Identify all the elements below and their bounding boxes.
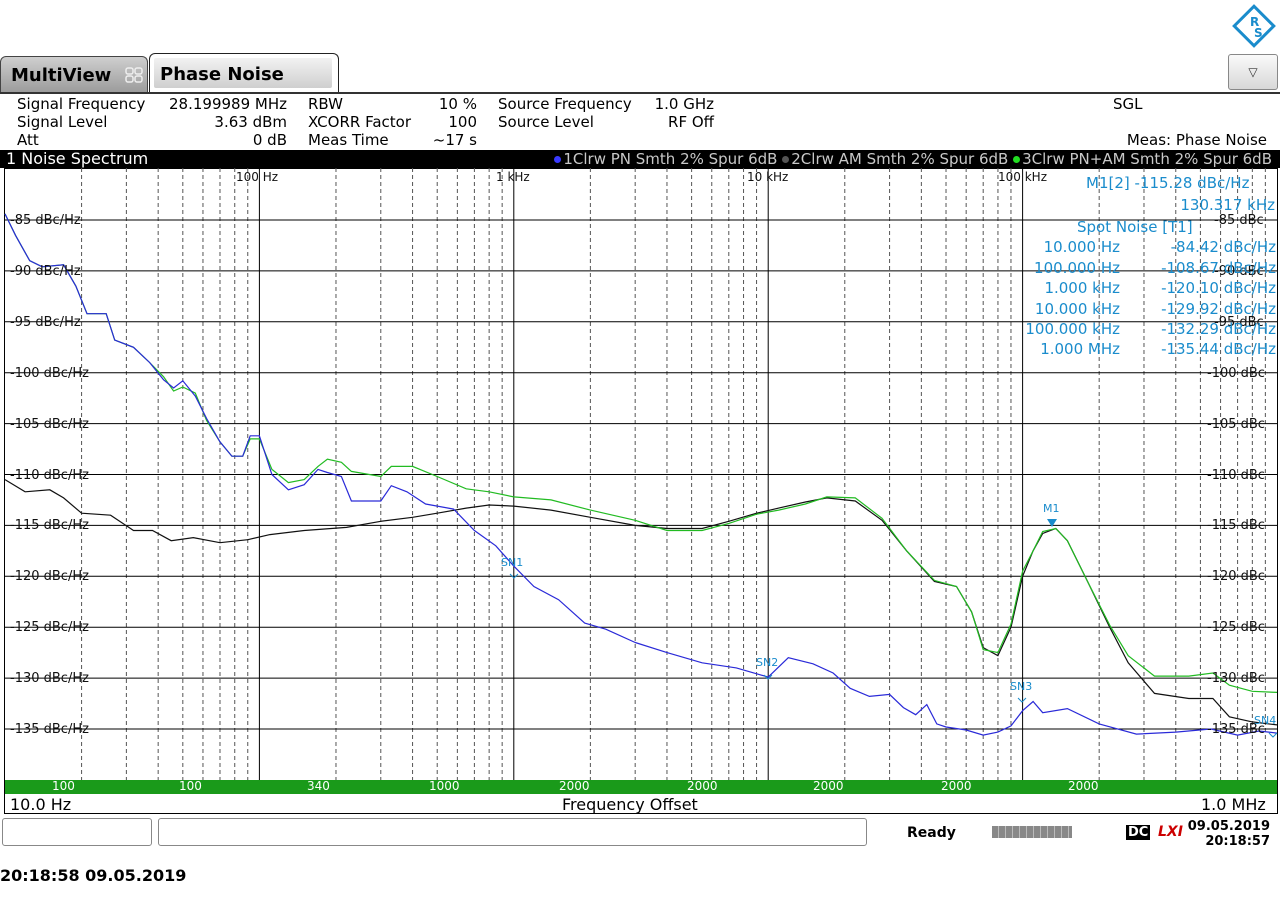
y-label-right: -105 dBc: [1207, 417, 1265, 432]
spot-noise-title: Spot Noise [T1]: [1077, 218, 1193, 236]
noise-spectrum-plot: [4, 168, 1278, 780]
y-label-left: -90 dBc/Hz: [10, 264, 81, 279]
avg-count: 100: [179, 779, 202, 793]
trace-am-line: [4, 479, 1278, 726]
x-center-label: Frequency Offset: [562, 795, 698, 814]
spot-markers: [509, 573, 1278, 738]
sn2-tag: SN2: [756, 656, 779, 669]
y-label-right: -110 dBc: [1207, 468, 1265, 483]
progress-bar: [992, 826, 1072, 838]
y-label-left: -105 dBc/Hz: [10, 417, 89, 432]
status-date: 09.05.2019: [1187, 819, 1270, 834]
m1-tag: M1: [1043, 502, 1060, 515]
y-label-right: -120 dBc: [1207, 569, 1265, 584]
y-label-right: -85 dBc: [1214, 213, 1264, 228]
sn4-tag: SN4: [1254, 714, 1277, 727]
y-label-left: -125 dBc/Hz: [10, 620, 89, 635]
spot-freq: 1.000 MHz: [1040, 340, 1120, 358]
sn3-marker-icon: [1017, 697, 1027, 703]
x-start-label: 10.0 Hz: [10, 795, 72, 814]
m1-readout-label: M1[2]: [1086, 174, 1130, 192]
status-field-left[interactable]: [2, 818, 152, 846]
x-top-label: 10 kHz: [747, 170, 789, 184]
spot-level: -129.92 dBc/Hz: [1161, 300, 1276, 318]
m1-readout-level: -115.28 dBc/Hz: [1134, 174, 1250, 192]
average-count-bar: 100 100 340 1000 2000 2000 2000 2000 200…: [5, 779, 1277, 794]
spot-level: -108.67 dBc/Hz: [1161, 259, 1276, 277]
x-top-label: 100 kHz: [998, 170, 1047, 184]
lxi-icon: LXI: [1158, 824, 1183, 840]
spot-level: -120.10 dBc/Hz: [1161, 279, 1276, 297]
spot-freq: 1.000 kHz: [1044, 279, 1120, 297]
spot-freq: 10.000 Hz: [1043, 238, 1120, 256]
avg-count: 2000: [559, 779, 590, 793]
spot-freq: 10.000 kHz: [1034, 300, 1120, 318]
avg-count: 340: [307, 779, 330, 793]
spot-freq: 100.000 kHz: [1025, 320, 1120, 338]
screenshot-timestamp: 20:18:58 09.05.2019: [0, 866, 187, 885]
y-label-left: -100 dBc/Hz: [10, 366, 89, 381]
sn4-marker-icon: [1268, 732, 1278, 738]
y-label-left: -95 dBc/Hz: [10, 315, 81, 330]
y-label-left: -115 dBc/Hz: [10, 518, 89, 533]
spot-level: -135.44 dBc/Hz: [1161, 340, 1276, 358]
sn3-tag: SN3: [1010, 680, 1033, 693]
x-stop-label: 1.0 MHz: [1201, 795, 1266, 814]
y-label-right: -130 dBc: [1207, 671, 1265, 686]
m1-readout-freq: 130.317 kHz: [1180, 196, 1275, 214]
avg-count: 100: [52, 779, 75, 793]
status-ready: Ready: [907, 825, 956, 841]
y-label-right: -100 dBc: [1207, 366, 1265, 381]
y-label-left: -85 dBc/Hz: [10, 213, 81, 228]
y-label-left: -120 dBc/Hz: [10, 569, 89, 584]
status-time: 20:18:57: [1205, 834, 1270, 849]
spot-level: -84.42 dBc/Hz: [1170, 238, 1276, 256]
avg-count: 2000: [941, 779, 972, 793]
x-top-label: 1 kHz: [496, 170, 530, 184]
dc-coupling-badge: DC: [1126, 825, 1151, 840]
y-label-right: -125 dBc: [1207, 620, 1265, 635]
sn1-tag: SN1: [501, 556, 524, 569]
spot-level: -132.29 dBc/Hz: [1161, 320, 1276, 338]
status-message-field[interactable]: [158, 818, 867, 846]
avg-count: 2000: [1068, 779, 1099, 793]
spot-freq: 100.000 Hz: [1034, 259, 1120, 277]
y-label-left: -110 dBc/Hz: [10, 468, 89, 483]
avg-count: 2000: [813, 779, 844, 793]
y-label-left: -135 dBc/Hz: [10, 722, 89, 737]
y-label-right: -115 dBc: [1207, 518, 1265, 533]
avg-count: 1000: [429, 779, 460, 793]
y-label-left: -130 dBc/Hz: [10, 671, 89, 686]
avg-count: 2000: [687, 779, 718, 793]
m1-readout: M1[2] -115.28 dBc/Hz: [1086, 174, 1249, 192]
x-top-label: 100 Hz: [236, 170, 279, 184]
